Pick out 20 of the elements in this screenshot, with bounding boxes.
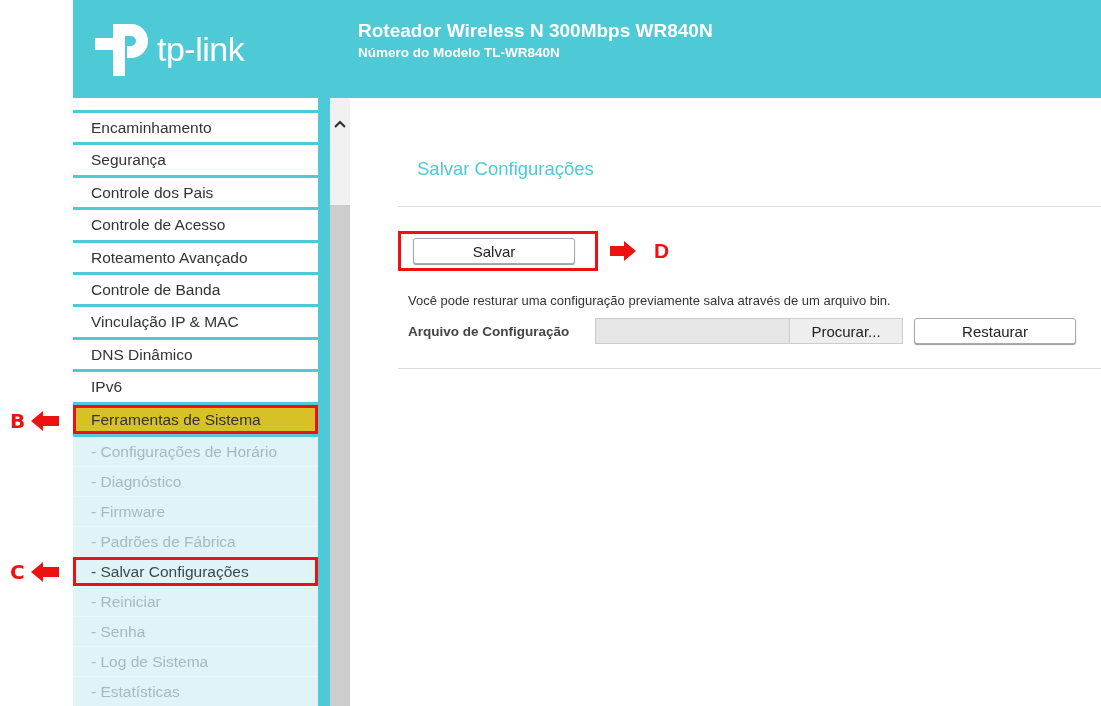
arrow-icon — [30, 561, 59, 582]
arrow-icon — [31, 410, 60, 431]
annotation-label: B — [10, 408, 26, 433]
description-text: Você pode resturar uma configuração previamente salva através de um arquivo bin. — [408, 293, 892, 308]
menu-item[interactable]: Ferramentas de Sistema — [73, 404, 318, 437]
logo-text: tp-link — [157, 29, 245, 69]
scrollbar-thumb[interactable] — [330, 205, 350, 706]
scroll-up-icon[interactable] — [334, 120, 346, 128]
file-input[interactable]: Procurar... — [595, 318, 903, 344]
arrow-icon — [610, 241, 636, 261]
page-title: Salvar Configurações — [417, 158, 595, 181]
annotation-label: D — [654, 239, 670, 263]
field-label: Arquivo de Configuração — [408, 323, 571, 339]
browse-button[interactable]: Procurar... — [789, 319, 902, 343]
model-number: Número do Modelo TL-WR840N — [358, 45, 561, 60]
submenu-item[interactable]: - Salvar Configurações — [73, 556, 318, 587]
product-title: Roteador Wireless N 300Mbps WR840N — [358, 20, 713, 42]
save-button[interactable]: Salvar — [413, 238, 575, 264]
restore-button[interactable]: Restaurar — [914, 318, 1076, 344]
annotation-label: C — [10, 559, 25, 584]
